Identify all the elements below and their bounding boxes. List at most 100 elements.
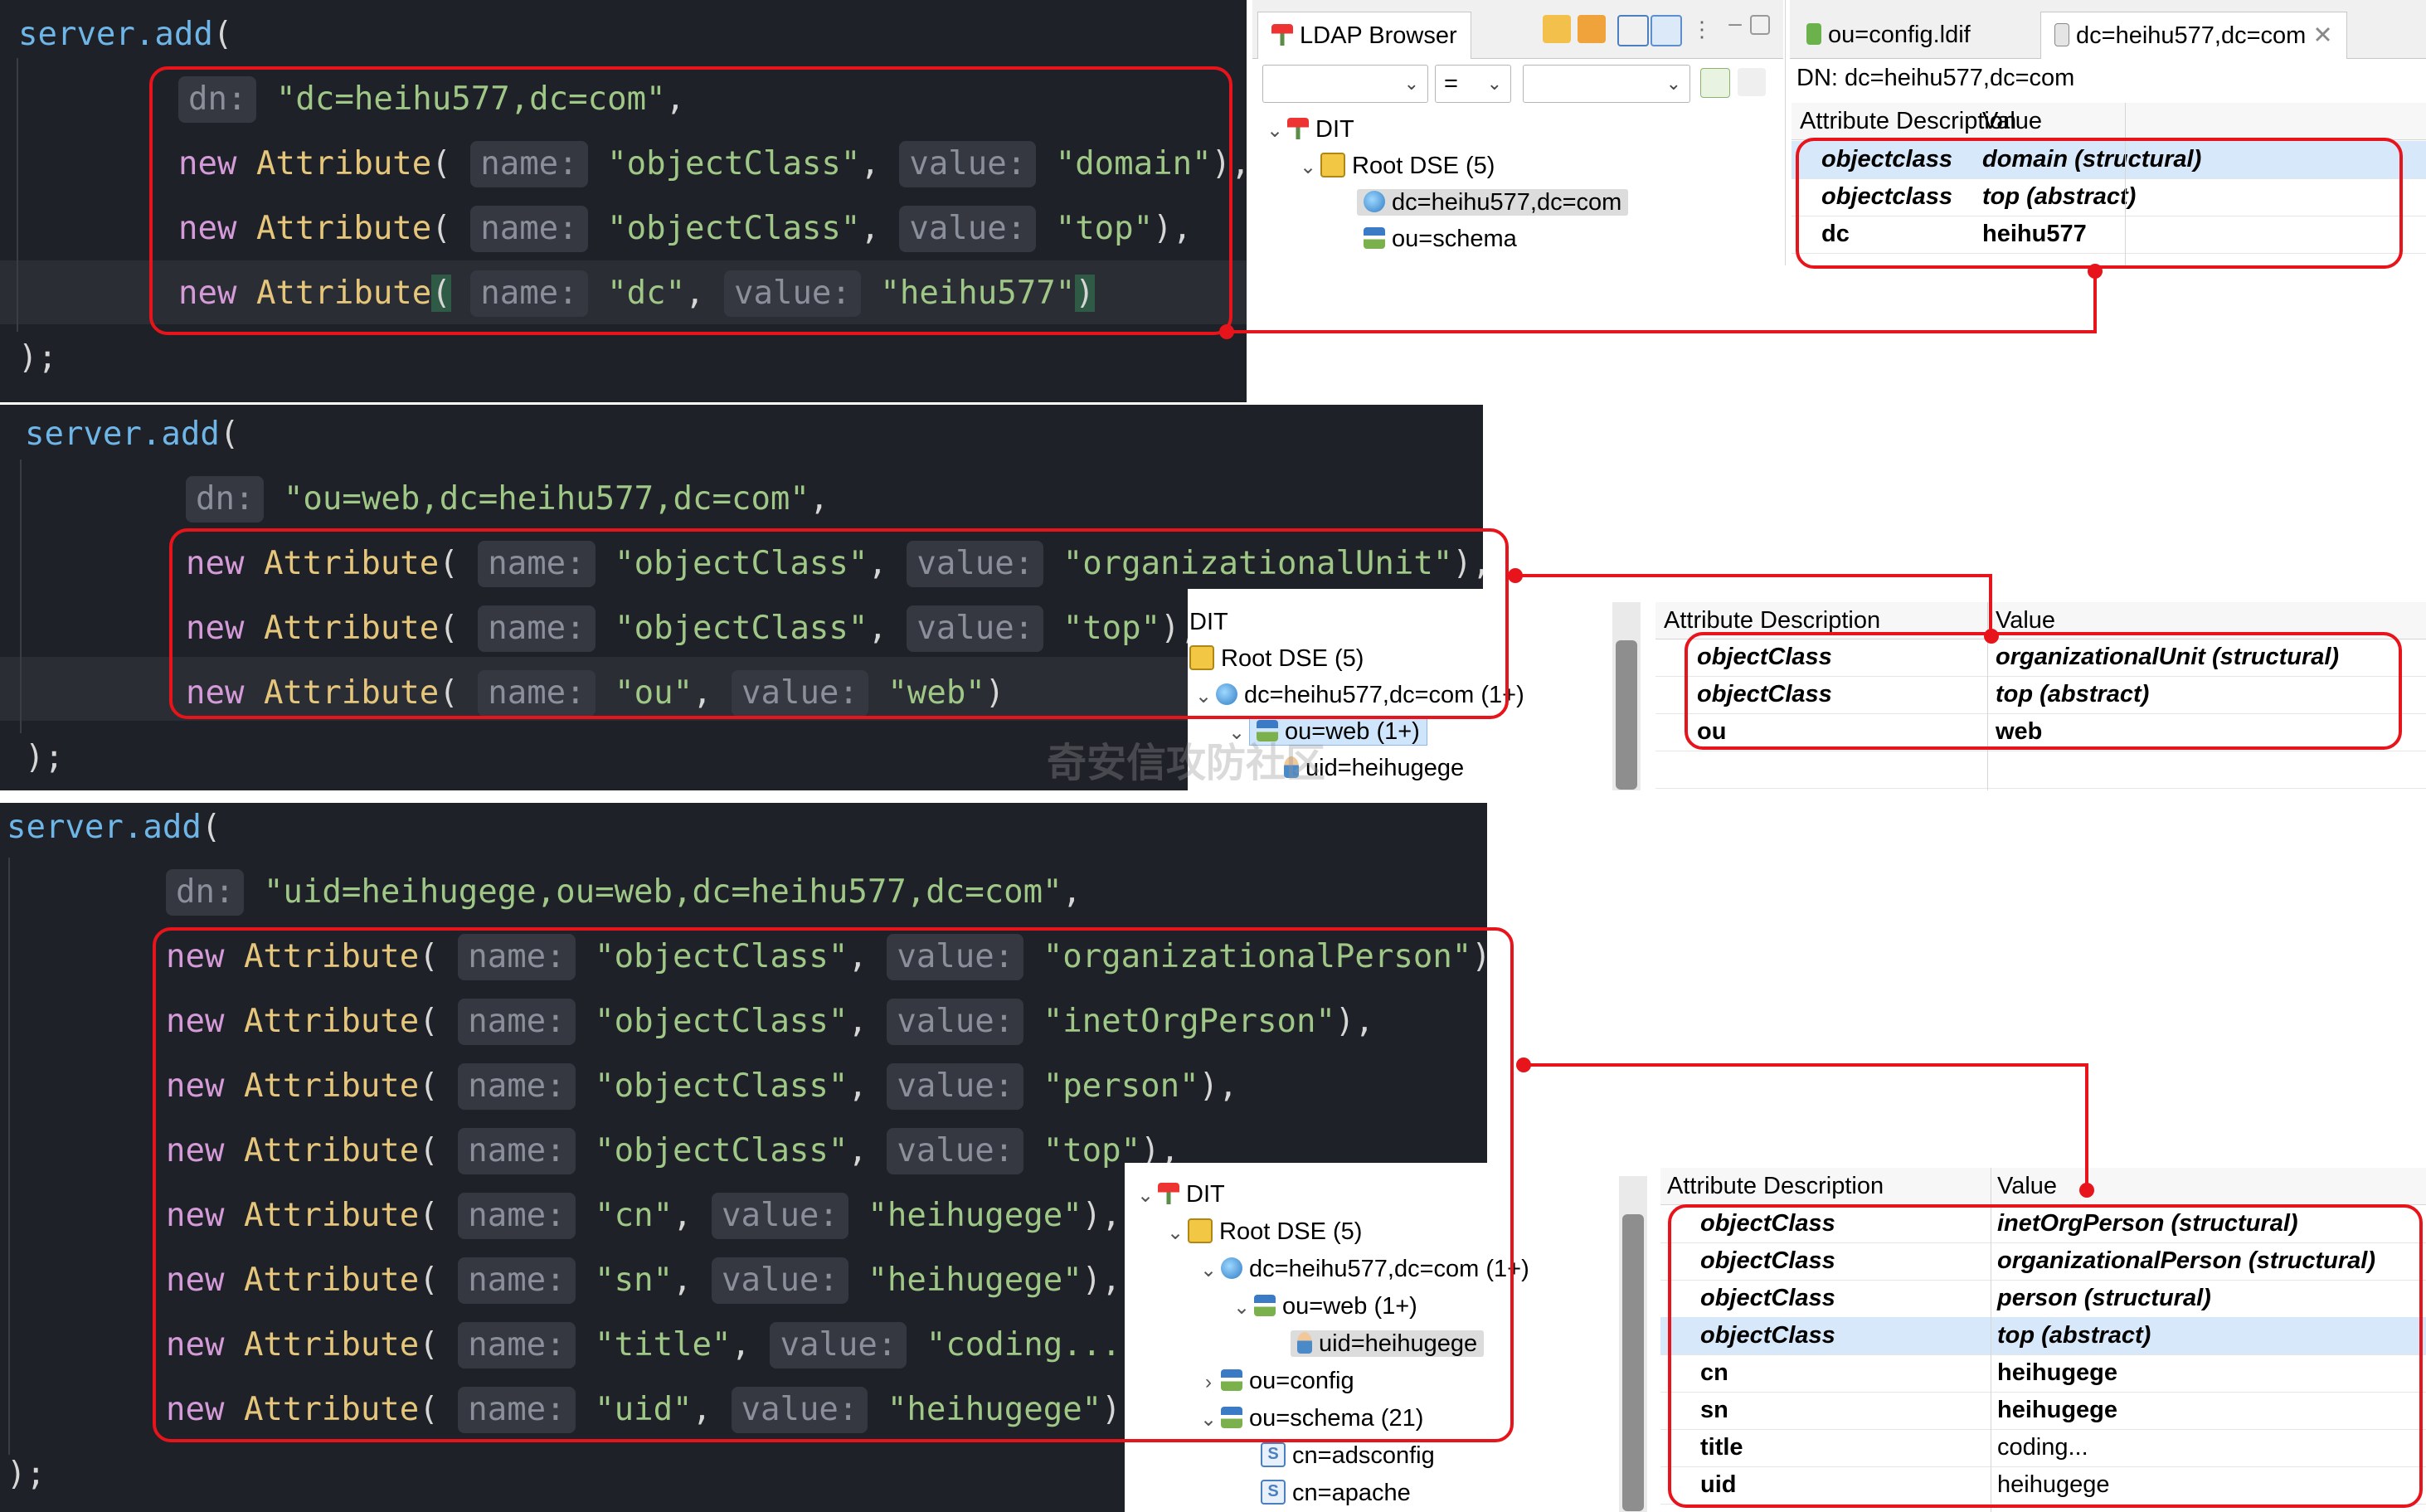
code-end-line: ); [18,339,57,377]
dn-value: "uid=heihugege,ou=web,dc=heihu577,dc=com… [263,873,1062,911]
sync-icon[interactable] [1578,15,1606,43]
col-value[interactable]: Value [1997,1168,2057,1204]
tab-label: LDAP Browser [1300,22,1457,49]
schema-icon: S [1261,1480,1286,1505]
refresh-icon[interactable] [1543,15,1571,43]
tree-node-label: cn=adsconfig [1292,1442,1435,1469]
callout-box-code-3 [153,927,1514,1442]
code-call-line: server.add( [25,411,239,458]
entry-file-icon [2054,23,2069,47]
code-paren: ( [212,16,233,53]
pane-divider [1785,0,1786,265]
tree-node-label: ou=schema [1392,226,1517,252]
attribute-table-header: Attribute Description Value [1660,1168,2426,1205]
ldif-file-icon [1806,23,1821,46]
code-method: .add [141,416,220,453]
code-object: server [7,809,124,846]
view-menu-icon[interactable]: ⋮ [1688,15,1716,43]
callout-box-code-1 [149,66,1232,335]
tab-label: dc=heihu577,dc=com [2076,22,2307,49]
col-value[interactable]: Value [1982,103,2042,139]
filter-value-combo[interactable]: ⌄ [1523,65,1690,103]
code-paren: ( [201,809,221,846]
callout-box-table-3 [1668,1204,2423,1508]
tab-label: ou=config.ldif [1828,22,1971,48]
tree-scrollbar[interactable] [1619,1176,1647,1512]
callout-dot [1219,324,1234,339]
root-dse-icon [1320,153,1345,178]
ldap-browser-icon [1271,24,1293,46]
tree-node-label: dc=heihu577,dc=com [1392,189,1622,216]
chevron-down-icon: ⌄ [1665,73,1681,94]
dit-icon [1287,118,1309,140]
code-object: server [25,416,142,453]
param-hint: dn: [166,869,245,916]
indent-guide [20,459,22,733]
maximize-icon[interactable] [1750,15,1770,35]
callout-dot [1516,1057,1531,1072]
attribute-table-header: Attribute Description Value [1792,103,2426,140]
schema-icon: S [1261,1442,1286,1468]
chevron-down-icon: ⌄ [1299,156,1317,178]
tree-node-domain[interactable]: dc=heihu577,dc=com [1357,184,1629,221]
watermark: 奇安信攻防社区 [1047,741,1326,785]
table-row[interactable] [1655,751,2426,789]
ou-icon [1364,227,1385,250]
tree-node-ou-schema[interactable]: ou=schema [1364,221,1517,257]
tree-node-label: uid=heihugege [1305,755,1465,781]
entry-dn-label: DN: dc=heihu577,dc=com [1796,65,2075,91]
code-end-line: ); [25,739,64,776]
col-attribute-description[interactable]: Attribute Description [1667,1168,1884,1204]
clear-filter-icon[interactable] [1738,68,1766,96]
code-object: server [18,16,135,53]
code-call-line: server.add( [18,12,232,58]
code-method: .add [134,16,213,53]
code-dn-line: dn: "ou=web,dc=heihu577,dc=com", [186,476,829,523]
tree-node-label: cn=apache [1292,1480,1411,1506]
code-method: .add [123,809,202,846]
callout-connector [1524,1063,2088,1067]
chevron-down-icon: ⌄ [1266,119,1284,142]
tree-filter-icon[interactable] [1700,68,1730,98]
tree-node-cn-adsconfig[interactable]: Scn=adsconfig [1261,1437,1435,1474]
chevron-down-icon: ⌄ [1403,73,1419,94]
callout-dot [2079,1183,2094,1198]
callout-box-code-2 [169,528,1509,719]
callout-dot [1508,568,1523,583]
tree-scrollbar[interactable] [1612,602,1641,790]
code-dn-line: dn: "uid=heihugege,ou=web,dc=heihu577,dc… [166,869,1082,916]
callout-dot [2088,264,2103,279]
callout-connector [2085,1063,2088,1191]
code-comma: , [809,480,829,518]
collapse-all-icon[interactable] [1617,15,1649,46]
code-comma: , [1062,873,1082,911]
callout-box-table-1 [1796,138,2403,269]
tab-config-ldif[interactable]: ou=config.ldif [1793,12,1984,58]
tree-node-dit[interactable]: ⌄ DIT [1262,111,1354,148]
chevron-down-icon: ⌄ [1486,73,1502,94]
globe-icon [1364,191,1385,213]
filter-attribute-combo[interactable]: ⌄ [1262,65,1428,103]
callout-box-table-2 [1685,632,2402,750]
dn-value: "ou=web,dc=heihu577,dc=com" [283,480,809,518]
tree-node-label: DIT [1315,116,1354,143]
code-paren: ( [219,416,240,453]
callout-dot [1984,629,1999,644]
callout-connector [1989,574,1992,635]
indent-guide [17,58,18,332]
callout-connector [1516,574,1992,577]
link-editor-icon[interactable] [1651,15,1682,46]
filter-operator-value: = [1444,70,1458,97]
filter-operator-combo[interactable]: = ⌄ [1435,65,1511,103]
close-icon[interactable]: ✕ [2312,22,2332,49]
tree-node-root-dse[interactable]: ⌄ Root DSE (5) [1296,148,1495,184]
tab-entry-editor[interactable]: dc=heihu577,dc=com ✕ [2040,12,2347,59]
indent-guide [8,858,10,1455]
param-hint: dn: [186,476,265,523]
tree-node-cn-apache[interactable]: Scn=apache [1261,1475,1411,1511]
minimize-icon[interactable]: – [1721,12,1749,43]
code-end-line: ); [7,1456,46,1493]
tab-ldap-browser[interactable]: LDAP Browser [1257,12,1471,59]
tree-node-label: Root DSE (5) [1352,153,1495,179]
callout-connector [1232,330,2097,333]
